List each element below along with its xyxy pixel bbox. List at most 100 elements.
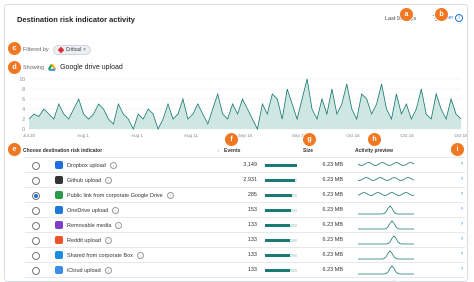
callout-badge-e: e <box>8 143 21 156</box>
row-label: Public link from corporate Google Drive <box>67 192 163 199</box>
list-header: Choose destination risk indicator ↓ Even… <box>5 146 467 156</box>
x-tick-label: Sep 16 <box>238 133 253 138</box>
x-tick-label: Aug 1 <box>131 133 143 138</box>
events-bar <box>265 209 297 212</box>
row-radio[interactable] <box>32 162 40 170</box>
list-item[interactable]: Public link from corporate Google Drive i… <box>25 187 465 203</box>
sparkline-line <box>358 250 414 260</box>
list-item[interactable]: Dropbox upload i 3,149 6.23 MB › <box>25 157 465 173</box>
y-tick-label: 10 <box>19 77 25 83</box>
critical-filter-chip[interactable]: Critical × <box>52 45 91 55</box>
y-tick-label: 8 <box>22 87 25 93</box>
showing-value: Google drive upload <box>60 64 123 71</box>
callout-badge-f: f <box>225 133 238 146</box>
callout-badge-a: a <box>400 8 413 21</box>
y-tick-label: 4 <box>22 107 25 113</box>
chevron-right-icon[interactable]: › <box>461 206 463 212</box>
list-item[interactable]: OneDrive upload i 153 6.23 MB › <box>25 202 465 218</box>
chip-label: Critical <box>65 47 81 53</box>
row-size: 6.23 MB <box>322 162 343 168</box>
chevron-right-icon[interactable]: › <box>461 236 463 242</box>
activity-sparkline <box>358 205 414 215</box>
row-radio[interactable] <box>32 237 40 245</box>
info-icon[interactable]: i <box>112 207 120 214</box>
info-icon[interactable]: i <box>166 192 174 199</box>
list-item[interactable]: iCloud upload i 133 6.23 MB › <box>25 262 465 278</box>
events-bar-fill <box>265 194 293 197</box>
destination-icon <box>55 236 63 244</box>
events-bar <box>265 194 297 197</box>
activity-sparkline <box>358 220 414 230</box>
row-radio[interactable] <box>32 177 40 185</box>
list-item[interactable]: Removable media i 133 6.23 MB › <box>25 217 465 233</box>
row-radio[interactable] <box>32 222 40 230</box>
y-tick-label: 6 <box>22 97 25 103</box>
destination-icon <box>55 251 63 259</box>
row-events: 3,149 <box>243 162 257 168</box>
list-item[interactable]: Reddit upload i 133 6.23 MB › <box>25 232 465 248</box>
x-tick-label: Aug 11 <box>184 133 198 138</box>
list-item[interactable]: Github upload i 2,931 6.23 MB › <box>25 172 465 188</box>
google-drive-icon <box>48 64 57 71</box>
chevron-right-icon[interactable]: › <box>461 221 463 227</box>
column-size[interactable]: Size <box>303 148 313 154</box>
info-icon[interactable]: i <box>104 267 112 274</box>
row-label: Shared from corporate Box <box>67 252 134 259</box>
callout-badge-d: d <box>8 61 21 74</box>
row-radio[interactable] <box>32 207 40 215</box>
info-icon[interactable]: i <box>137 252 145 259</box>
chevron-right-icon[interactable]: › <box>461 266 463 272</box>
events-bar-fill <box>265 209 291 212</box>
chip-close-icon[interactable]: × <box>83 47 86 53</box>
list-item[interactable]: Download to unmonitored device from corp… <box>25 277 465 281</box>
activity-sparkline <box>358 235 414 245</box>
chevron-right-icon[interactable]: › <box>461 191 463 197</box>
events-bar-fill <box>265 179 295 182</box>
row-label: Removable media <box>67 222 112 229</box>
row-events: 133 <box>247 252 257 258</box>
activity-sparkline <box>358 177 414 181</box>
info-icon[interactable]: i <box>115 222 123 229</box>
chevron-right-icon[interactable]: › <box>461 176 463 182</box>
destination-icon <box>55 191 63 199</box>
info-icon[interactable]: i <box>104 237 112 244</box>
panel-title: Destination risk indicator activity <box>17 15 135 24</box>
row-radio[interactable] <box>32 252 40 260</box>
column-indicator[interactable]: Choose destination risk indicator <box>23 148 102 154</box>
showing: Showing Google drive upload <box>23 64 123 71</box>
row-radio[interactable] <box>32 192 40 200</box>
row-label: Github upload <box>67 177 102 184</box>
row-events: 133 <box>247 267 257 273</box>
chevron-right-icon[interactable]: › <box>461 161 463 167</box>
row-events: 153 <box>247 207 257 213</box>
info-icon[interactable]: i <box>455 14 463 22</box>
row-label: iCloud upload <box>67 267 101 274</box>
list-item[interactable]: Shared from corporate Box i 133 6.23 MB › <box>25 247 465 263</box>
sparkline-line <box>358 162 414 166</box>
y-tick-label: 2 <box>22 117 25 123</box>
row-events: 133 <box>247 237 257 243</box>
column-events[interactable]: Events <box>224 148 240 154</box>
events-bar-fill <box>265 269 290 272</box>
info-icon[interactable]: i <box>109 162 117 169</box>
info-icon[interactable]: i <box>105 177 113 184</box>
destination-icon <box>55 176 63 184</box>
events-bar <box>265 164 297 167</box>
sparkline-line <box>358 192 414 196</box>
row-radio[interactable] <box>32 267 40 275</box>
events-bar-fill <box>265 239 290 242</box>
callout-badge-g: g <box>303 133 316 146</box>
events-bar <box>265 239 297 242</box>
chevron-right-icon[interactable]: › <box>461 251 463 257</box>
callout-badge-c: c <box>8 42 21 55</box>
x-tick-label: Oct 15 <box>400 133 414 138</box>
row-size: 6.23 MB <box>322 222 343 228</box>
events-bar <box>265 179 297 182</box>
filtered-by: Filtered by Critical × <box>23 45 91 55</box>
sort-icon[interactable]: ↓ <box>217 148 220 154</box>
destination-icon <box>55 221 63 229</box>
panel-header: Destination risk indicator activity Last… <box>5 5 467 35</box>
x-tick-label: Jul 20 <box>23 133 36 138</box>
events-bar <box>265 254 297 257</box>
sparkline-line <box>358 235 414 245</box>
